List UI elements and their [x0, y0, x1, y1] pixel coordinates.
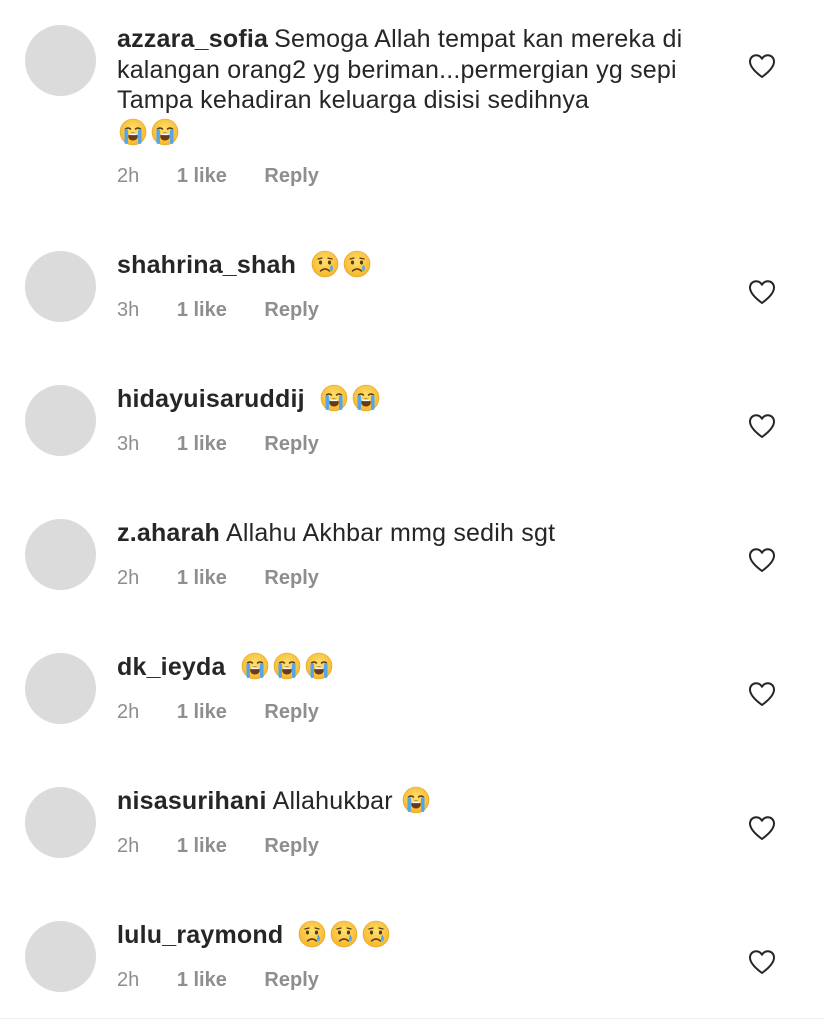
divider	[0, 1018, 824, 1019]
comment-text-block: lulu_raymond	[117, 920, 717, 951]
heart-outline-icon[interactable]	[748, 53, 776, 79]
comment-time: 3h	[117, 433, 140, 455]
loudly-crying-face-emoji	[352, 384, 380, 412]
comment-time: 2h	[117, 165, 140, 187]
comment-likes[interactable]: 1 like	[177, 701, 227, 724]
comment-username[interactable]: hidayuisaruddij	[117, 385, 305, 413]
comment-meta: 2h 1 like Reply	[117, 835, 351, 858]
comment-meta: 2h 1 like Reply	[117, 969, 351, 992]
comment-likes[interactable]: 1 like	[177, 165, 227, 188]
loudly-crying-face-emoji	[320, 384, 348, 412]
comment-username[interactable]: dk_ieyda	[117, 653, 226, 681]
heart-outline-icon[interactable]	[748, 413, 776, 439]
comment-username[interactable]: nisasurihani	[117, 787, 267, 815]
avatar[interactable]	[25, 787, 96, 858]
comment-time: 2h	[117, 701, 140, 723]
comment-meta: 2h 1 like Reply	[117, 165, 351, 188]
loudly-crying-face-emoji	[151, 118, 179, 146]
avatar[interactable]	[25, 251, 96, 322]
comment-text-block: hidayuisaruddij	[117, 384, 717, 415]
loudly-crying-face-emoji	[273, 652, 301, 680]
avatar[interactable]	[25, 25, 96, 96]
heart-outline-icon[interactable]	[748, 681, 776, 707]
comment-text-block: dk_ieyda	[117, 652, 717, 683]
crying-face-emoji	[311, 250, 339, 278]
avatar[interactable]	[25, 921, 96, 992]
reply-button[interactable]: Reply	[264, 701, 318, 724]
crying-face-emoji	[298, 920, 326, 948]
reply-button[interactable]: Reply	[264, 299, 318, 322]
comment-meta: 2h 1 like Reply	[117, 567, 351, 590]
comment-text-block: z.aharah Allahu Akhbar mmg sedih sgt	[117, 518, 717, 549]
reply-button[interactable]: Reply	[264, 567, 318, 590]
comment-likes[interactable]: 1 like	[177, 299, 227, 322]
comment-likes[interactable]: 1 like	[177, 969, 227, 992]
comment-emoji-row	[117, 118, 727, 149]
comment-username[interactable]: z.aharah	[117, 519, 220, 547]
crying-face-emoji	[330, 920, 358, 948]
reply-button[interactable]: Reply	[264, 969, 318, 992]
avatar[interactable]	[25, 653, 96, 724]
comment-time: 2h	[117, 835, 140, 857]
comment-likes[interactable]: 1 like	[177, 567, 227, 590]
reply-button[interactable]: Reply	[264, 835, 318, 858]
comment-username[interactable]: azzara_sofia	[117, 25, 268, 53]
reply-button[interactable]: Reply	[264, 165, 318, 188]
comment-username[interactable]: lulu_raymond	[117, 921, 283, 949]
heart-outline-icon[interactable]	[748, 815, 776, 841]
comment-time: 2h	[117, 567, 140, 589]
loudly-crying-face-emoji	[402, 786, 430, 814]
comment-likes[interactable]: 1 like	[177, 433, 227, 456]
comment-meta: 3h 1 like Reply	[117, 433, 351, 456]
comment-likes[interactable]: 1 like	[177, 835, 227, 858]
avatar[interactable]	[25, 385, 96, 456]
heart-outline-icon[interactable]	[748, 279, 776, 305]
loudly-crying-face-emoji	[241, 652, 269, 680]
comment-text-block: shahrina_shah	[117, 250, 717, 281]
comment-meta: 3h 1 like Reply	[117, 299, 351, 322]
loudly-crying-face-emoji	[305, 652, 333, 680]
heart-outline-icon[interactable]	[748, 547, 776, 573]
comment-time: 3h	[117, 299, 140, 321]
loudly-crying-face-emoji	[119, 118, 147, 146]
comment-text-block: azzara_sofia Semoga Allah tempat kan mere…	[117, 24, 727, 148]
comment-text-block: nisasurihani Allahukbar	[117, 786, 717, 817]
comment-time: 2h	[117, 969, 140, 991]
crying-face-emoji	[362, 920, 390, 948]
heart-outline-icon[interactable]	[748, 949, 776, 975]
reply-button[interactable]: Reply	[264, 433, 318, 456]
comment-username[interactable]: shahrina_shah	[117, 251, 296, 279]
comment-body: Allahukbar	[272, 787, 393, 815]
comment-meta: 2h 1 like Reply	[117, 701, 351, 724]
comment-item: azzara_sofia Semoga Allah tempat kan mere…	[0, 0, 824, 200]
crying-face-emoji	[343, 250, 371, 278]
avatar[interactable]	[25, 519, 96, 590]
comment-body: Allahu Akhbar mmg sedih sgt	[226, 519, 556, 547]
